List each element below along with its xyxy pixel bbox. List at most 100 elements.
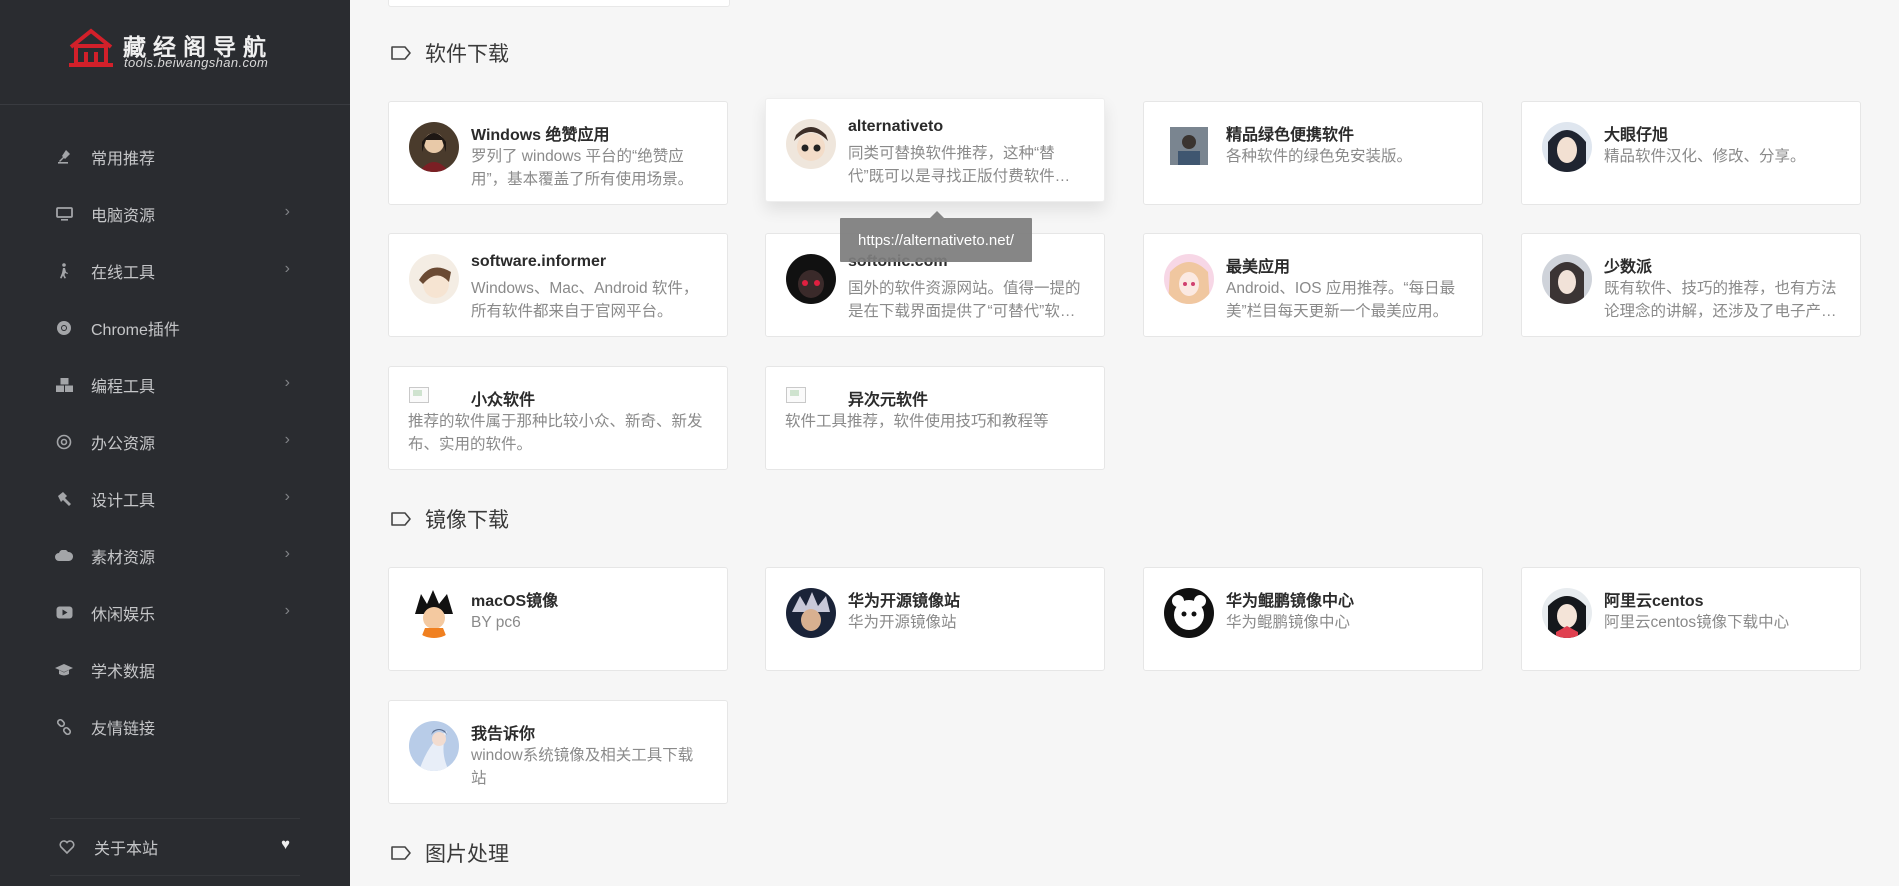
site-title: 华为鲲鹏镜像中心 — [1226, 593, 1355, 610]
chevron-right-icon: › — [284, 602, 290, 619]
site-card[interactable]: 最美应用 Android、IOS 应用推荐。“每日最美”栏目每天更新一个最美应用… — [1143, 233, 1483, 337]
openai-icon — [53, 434, 75, 450]
site-desc: 阿里云centos镜像下载中心 — [1604, 614, 1790, 631]
brand-subtitle: tools.beiwangshan.com — [124, 55, 269, 70]
site-card[interactable]: 华为开源镜像站 华为开源镜像站 — [765, 567, 1105, 671]
site-card[interactable]: 华为鲲鹏镜像中心 华为鲲鹏镜像中心 — [1143, 567, 1483, 671]
site-desc: Windows、Mac、Android 软件，所有软件都来自于官网平台。 — [471, 280, 699, 320]
chevron-right-icon: › — [284, 545, 290, 562]
site-title: 少数派 — [1604, 259, 1653, 276]
site-title: 大眼仔旭 — [1604, 127, 1669, 144]
site-avatar — [409, 254, 459, 304]
url-tooltip: https://alternativeto.net/ — [840, 211, 1032, 262]
tag-icon — [390, 845, 412, 861]
broken-image-icon — [786, 387, 806, 403]
sidebar-item-友情链接[interactable]: 友情链接 — [50, 698, 300, 755]
sidebar-item-chrome插件[interactable]: Chrome插件 — [50, 299, 300, 356]
section-title-image: 图片处理 — [390, 838, 509, 868]
chevron-right-icon: › — [284, 488, 290, 505]
site-card-hovered[interactable]: alternativeto 同类可替换软件推荐，这种“替代”既可以是寻找正版付费… — [765, 98, 1105, 202]
site-avatar — [1542, 122, 1592, 172]
brand[interactable]: 藏经阁导航 tools.beiwangshan.com — [0, 0, 350, 105]
site-avatar — [786, 119, 836, 169]
site-card[interactable]: software.informer Windows、Mac、Android 软件… — [388, 233, 728, 337]
site-desc: 国外的软件资源网站。值得一提的是在下载界面提供了“可替代”软件推荐。 — [848, 280, 1081, 320]
heart-icon: ♥ — [281, 836, 290, 853]
section-title-mirror: 镜像下载 — [390, 504, 509, 534]
pin-icon — [53, 149, 75, 164]
site-desc: 既有软件、技巧的推荐，也有方法论理念的讲解，还涉及了电子产品和数码评测。 — [1604, 280, 1837, 320]
site-title: 我告诉你 — [471, 726, 536, 743]
site-desc: BY pc6 — [471, 614, 521, 631]
sidebar-item-常用推荐[interactable]: 常用推荐 — [50, 128, 300, 185]
graduation-cap-icon — [53, 663, 75, 677]
sidebar-item-label: 学术数据 — [91, 663, 156, 681]
sidebar-item-素材资源[interactable]: 素材资源 › — [50, 527, 300, 584]
site-desc: 精品软件汉化、修改、分享。 — [1604, 148, 1806, 165]
sidebar-item-label: 素材资源 — [91, 549, 156, 567]
site-avatar — [1164, 588, 1214, 638]
about-label: 关于本站 — [94, 841, 159, 858]
site-card[interactable]: 阿里云centos 阿里云centos镜像下载中心 — [1521, 567, 1861, 671]
chevron-right-icon: › — [284, 374, 290, 391]
site-desc: Android、IOS 应用推荐。“每日最美”栏目每天更新一个最美应用。 — [1226, 280, 1456, 320]
sidebar-item-电脑资源[interactable]: 电脑资源 › — [50, 185, 300, 242]
sidebar-item-about[interactable]: 关于本站 ♥ — [50, 818, 300, 876]
link-icon — [53, 718, 75, 735]
sidebar-item-编程工具[interactable]: 编程工具 › — [50, 356, 300, 413]
site-card[interactable]: 小众软件 推荐的软件属于那种比较小众、新奇、新发布、实用的软件。 — [388, 366, 728, 470]
site-card[interactable]: 精品绿色便携软件 各种软件的绿色免安装版。 — [1143, 101, 1483, 205]
site-avatar — [1164, 254, 1214, 304]
tag-icon — [390, 511, 412, 527]
site-desc: 华为开源镜像站 — [848, 614, 957, 631]
monitor-icon — [53, 206, 75, 221]
cloud-icon — [53, 549, 75, 562]
site-desc: 推荐的软件属于那种比较小众、新奇、新发布、实用的软件。 — [408, 413, 703, 453]
cubes-icon — [53, 377, 75, 393]
sidebar: 藏经阁导航 tools.beiwangshan.com 常用推荐 电脑资源 › … — [0, 0, 350, 886]
chevron-right-icon: › — [284, 260, 290, 277]
site-desc: 华为鲲鹏镜像中心 — [1226, 614, 1351, 631]
site-card[interactable]: 我告诉你 window系统镜像及相关工具下载站 — [388, 700, 728, 804]
site-title: 小众软件 — [471, 392, 536, 409]
sidebar-item-在线工具[interactable]: 在线工具 › — [50, 242, 300, 299]
site-title: alternativeto — [848, 118, 944, 135]
hammer-icon — [53, 491, 75, 507]
site-title: 精品绿色便携软件 — [1226, 127, 1355, 144]
section-title-text: 图片处理 — [425, 843, 509, 866]
site-card[interactable]: 异次元软件 软件工具推荐，软件使用技巧和教程等 — [765, 366, 1105, 470]
site-avatar — [1170, 127, 1208, 165]
site-title: software.informer — [471, 253, 607, 270]
sidebar-nav: 常用推荐 电脑资源 › 在线工具 › Chrome插件 编程工具 › 办公资源 … — [50, 128, 300, 755]
site-desc: 同类可替换软件推荐，这种“替代”既可以是寻找正版付费软件的免费替代品，也可以是跨… — [848, 145, 1071, 185]
site-card[interactable]: macOS镜像 BY pc6 — [388, 567, 728, 671]
site-avatar — [786, 588, 836, 638]
sidebar-item-label: 友情链接 — [91, 720, 156, 738]
site-card[interactable]: Windows 绝赞应用 罗列了 windows 平台的“绝赞应用”，基本覆盖了… — [388, 101, 728, 205]
chrome-icon — [53, 320, 75, 336]
site-card[interactable]: 大眼仔旭 精品软件汉化、修改、分享。 — [1521, 101, 1861, 205]
site-avatar — [1542, 254, 1592, 304]
youtube-icon — [53, 606, 75, 619]
chevron-right-icon: › — [284, 203, 290, 220]
site-title: macOS镜像 — [471, 593, 559, 610]
site-desc: 罗列了 windows 平台的“绝赞应用”，基本覆盖了所有使用场景。 — [471, 148, 694, 188]
site-avatar — [409, 588, 459, 638]
sidebar-item-休闲娱乐[interactable]: 休闲娱乐 › — [50, 584, 300, 641]
sidebar-item-label: Chrome插件 — [91, 321, 180, 339]
site-title: 最美应用 — [1226, 259, 1291, 276]
site-card[interactable]: 少数派 既有软件、技巧的推荐，也有方法论理念的讲解，还涉及了电子产品和数码评测。 — [1521, 233, 1861, 337]
sidebar-item-学术数据[interactable]: 学术数据 — [50, 641, 300, 698]
sidebar-item-label: 设计工具 — [91, 492, 156, 510]
sidebar-item-设计工具[interactable]: 设计工具 › — [50, 470, 300, 527]
section-title-software: 软件下载 — [390, 38, 509, 68]
previous-card-edge — [388, 0, 730, 7]
site-desc: window系统镜像及相关工具下载站 — [471, 747, 694, 787]
site-desc: 各种软件的绿色免安装版。 — [1226, 148, 1413, 165]
site-title: Windows 绝赞应用 — [471, 127, 610, 144]
sidebar-item-办公资源[interactable]: 办公资源 › — [50, 413, 300, 470]
tag-icon — [390, 45, 412, 61]
section-title-text: 软件下载 — [425, 43, 509, 66]
site-title: 华为开源镜像站 — [848, 593, 961, 610]
sidebar-item-label: 在线工具 — [91, 264, 156, 282]
